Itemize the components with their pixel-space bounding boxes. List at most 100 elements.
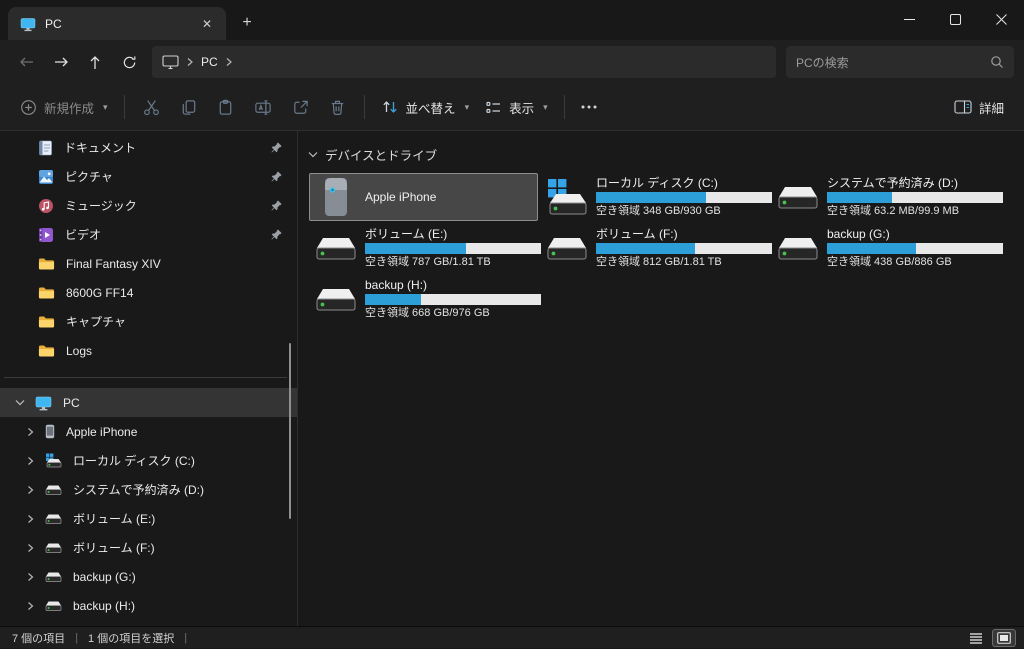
capacity-bar xyxy=(827,243,1003,254)
sidebar-tree-volume-f[interactable]: ボリューム (F:) xyxy=(0,533,297,562)
monitor-icon xyxy=(35,395,52,411)
drive-free-space: 空き領域 63.2 MB/99.9 MB xyxy=(827,205,960,217)
drive-grid: Apple iPhone ローカル ディスク (C:) 空き領域 348 GB/… xyxy=(309,173,1024,323)
paste-button[interactable] xyxy=(216,98,235,117)
drive-tile-volume-e[interactable]: ボリューム (E:) 空き領域 787 GB/1.81 TB xyxy=(309,224,541,272)
section-title: デバイスとドライブ xyxy=(325,149,438,163)
sidebar-item-music[interactable]: ミュージック xyxy=(0,191,297,220)
chevron-right-icon xyxy=(186,57,194,67)
sidebar-tree-volume-e[interactable]: ボリューム (E:) xyxy=(0,504,297,533)
sidebar-item-label: Final Fantasy XIV xyxy=(66,256,161,271)
pin-icon xyxy=(270,141,283,154)
details-pane-label: 詳細 xyxy=(978,101,1004,116)
new-button[interactable]: 新規作成 ▾ xyxy=(12,92,116,123)
documents-icon xyxy=(38,140,53,156)
sidebar-tree-backup-g[interactable]: backup (G:) xyxy=(0,562,297,591)
system-drive-icon xyxy=(545,177,589,217)
drive-name: Apple iPhone xyxy=(365,190,437,204)
drive-tile-volume-f[interactable]: ボリューム (F:) 空き領域 812 GB/1.81 TB xyxy=(540,224,772,272)
chevron-right-icon[interactable] xyxy=(22,572,38,582)
chevron-right-icon[interactable] xyxy=(22,456,38,466)
breadcrumb-pc[interactable]: PC xyxy=(201,55,218,69)
cut-button[interactable] xyxy=(142,98,161,117)
title-bar: PC ✕ + xyxy=(0,0,1024,40)
toolbar-separator xyxy=(123,95,125,119)
status-divider: | xyxy=(75,631,79,644)
drive-tile-apple-iphone[interactable]: Apple iPhone xyxy=(309,173,538,221)
sidebar-tree-backup-h[interactable]: backup (H:) xyxy=(0,591,297,620)
tree-item-label: システムで予約済み (D:) xyxy=(73,483,204,497)
sidebar-item-videos[interactable]: ビデオ xyxy=(0,220,297,249)
tree-item-label: ボリューム (F:) xyxy=(73,541,155,555)
sidebar-tree-local-disk-c[interactable]: ローカル ディスク (C:) xyxy=(0,446,297,475)
music-icon xyxy=(38,198,54,214)
capacity-bar xyxy=(596,192,772,203)
item-count: 7 個の項目 xyxy=(12,632,66,645)
rename-button[interactable] xyxy=(253,98,273,117)
chevron-right-icon[interactable] xyxy=(22,514,38,524)
sidebar-item-label: 8600G FF14 xyxy=(66,285,134,300)
search-box[interactable]: PCの検索 xyxy=(786,46,1014,78)
selected-count: 1 個の項目を選択 xyxy=(88,632,175,645)
details-view-button[interactable] xyxy=(964,629,988,647)
folder-icon xyxy=(38,257,55,271)
chevron-right-icon[interactable] xyxy=(22,601,38,611)
drive-name: backup (G:) xyxy=(827,227,890,241)
sidebar-scrollbar[interactable] xyxy=(289,343,291,519)
tab-pc[interactable]: PC ✕ xyxy=(8,7,226,40)
minimize-button[interactable] xyxy=(886,0,932,38)
copy-button[interactable] xyxy=(179,98,198,117)
up-button[interactable] xyxy=(78,46,112,78)
drive-free-space: 空き領域 812 GB/1.81 TB xyxy=(596,256,722,268)
refresh-button[interactable] xyxy=(112,46,146,78)
sort-button[interactable]: 並べ替え ▾ xyxy=(373,92,478,123)
details-pane-button[interactable]: 詳細 xyxy=(946,92,1012,123)
monitor-icon xyxy=(162,54,179,70)
chevron-right-icon xyxy=(225,57,233,67)
sidebar-separator xyxy=(4,377,287,378)
address-bar[interactable]: PC xyxy=(152,46,776,78)
share-button[interactable] xyxy=(291,98,310,117)
chevron-right-icon[interactable] xyxy=(22,543,38,553)
more-options-button[interactable] xyxy=(573,99,605,115)
drive-tile-local-disk-c[interactable]: ローカル ディスク (C:) 空き領域 348 GB/930 GB xyxy=(540,173,772,221)
tab-title: PC xyxy=(45,16,62,31)
chevron-down-icon[interactable] xyxy=(12,399,28,406)
view-button[interactable]: 表示 ▾ xyxy=(477,92,556,123)
delete-button[interactable] xyxy=(328,98,347,117)
sidebar-item-logs[interactable]: Logs xyxy=(0,336,297,365)
drive-tile-backup-g[interactable]: backup (G:) 空き領域 438 GB/886 GB xyxy=(771,224,1003,272)
new-tab-button[interactable]: + xyxy=(232,8,262,38)
close-button[interactable] xyxy=(978,0,1024,38)
sidebar-item-documents[interactable]: ドキュメント xyxy=(0,133,297,162)
capacity-bar xyxy=(827,192,1003,203)
tab-close-icon[interactable]: ✕ xyxy=(196,13,218,35)
section-devices-and-drives[interactable]: デバイスとドライブ xyxy=(308,145,1024,164)
sidebar-item-capture[interactable]: キャプチャ xyxy=(0,307,297,336)
navigation-bar: PC PCの検索 xyxy=(0,40,1024,84)
chevron-right-icon[interactable] xyxy=(22,485,38,495)
back-button[interactable] xyxy=(10,46,44,78)
large-icons-view-button[interactable] xyxy=(992,628,1016,647)
sidebar-item-final-fantasy-xiv[interactable]: Final Fantasy XIV xyxy=(0,249,297,278)
system-drive-icon xyxy=(45,453,62,468)
maximize-button[interactable] xyxy=(932,0,978,38)
sidebar-tree-apple-iphone[interactable]: Apple iPhone xyxy=(0,417,297,446)
tree-item-label: PC xyxy=(63,395,80,410)
sidebar-item-label: キャプチャ xyxy=(66,315,126,329)
drive-icon xyxy=(45,541,62,554)
sidebar-item-8600g-ff14[interactable]: 8600G FF14 xyxy=(0,278,297,307)
sidebar-tree-system-reserved-d[interactable]: システムで予約済み (D:) xyxy=(0,475,297,504)
forward-button[interactable] xyxy=(44,46,78,78)
sidebar-tree-pc[interactable]: PC xyxy=(0,388,297,417)
chevron-right-icon[interactable] xyxy=(22,427,38,437)
drive-tile-system-reserved-d[interactable]: システムで予約済み (D:) 空き領域 63.2 MB/99.9 MB xyxy=(771,173,1003,221)
chevron-down-icon[interactable] xyxy=(308,151,318,158)
tree-item-label: ローカル ディスク (C:) xyxy=(73,454,195,468)
capacity-bar xyxy=(596,243,772,254)
drive-free-space: 空き領域 787 GB/1.81 TB xyxy=(365,256,491,268)
drive-icon xyxy=(545,231,589,265)
drive-tile-backup-h[interactable]: backup (H:) 空き領域 668 GB/976 GB xyxy=(309,275,541,323)
sidebar-item-pictures[interactable]: ピクチャ xyxy=(0,162,297,191)
drive-free-space: 空き領域 668 GB/976 GB xyxy=(365,307,490,319)
